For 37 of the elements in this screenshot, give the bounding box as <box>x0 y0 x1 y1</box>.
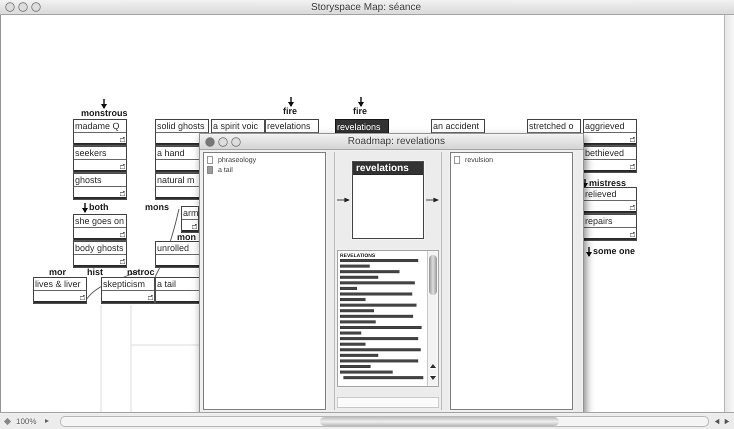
link-label: mor <box>49 268 66 276</box>
link-label: hist <box>87 268 104 276</box>
zoom-level[interactable]: 100% <box>16 416 40 426</box>
link-label: some one <box>593 247 636 255</box>
map-node[interactable]: seekers <box>73 146 127 173</box>
map-node[interactable]: relieved <box>583 187 637 214</box>
link-label: nstroc <box>127 268 155 276</box>
map-node[interactable]: she goes on <box>73 214 127 241</box>
node-title: ghosts <box>74 174 126 187</box>
map-node[interactable]: repairs <box>583 214 637 241</box>
window-title: Storyspace Map: séance <box>310 2 422 12</box>
link-label: mon <box>177 233 196 241</box>
map-node[interactable]: lives & liver <box>33 277 87 304</box>
node-title: skepticism <box>102 278 154 291</box>
link-label: fire <box>283 107 298 115</box>
node-title: madame Q <box>74 120 126 133</box>
map-node[interactable]: skepticism <box>101 277 155 304</box>
node-title: revelations <box>353 162 423 175</box>
node-title: body ghosts <box>74 242 126 255</box>
link-label: fire <box>353 107 368 115</box>
link-label: both <box>89 203 108 211</box>
node-title: lives & liver <box>34 278 86 291</box>
node-title: seekers <box>74 147 126 160</box>
map-node[interactable]: solid ghosts <box>155 119 209 146</box>
map-node[interactable]: body ghosts <box>73 241 127 268</box>
map-node[interactable]: aggrieved <box>583 119 637 146</box>
map-node[interactable]: arm <box>181 206 199 233</box>
node-title: arm <box>182 207 198 220</box>
map-node[interactable]: madame Q <box>73 119 127 146</box>
node-title: she goes on <box>74 215 126 228</box>
link-label: mons <box>145 203 170 211</box>
link-label: monstrous <box>81 109 128 117</box>
current-node[interactable]: revelations <box>352 161 424 239</box>
map-node[interactable]: bethieved <box>583 146 637 173</box>
node-title: aggrieved <box>584 120 636 133</box>
link-label: mistress <box>589 179 626 187</box>
map-node[interactable]: ghosts <box>73 173 127 200</box>
